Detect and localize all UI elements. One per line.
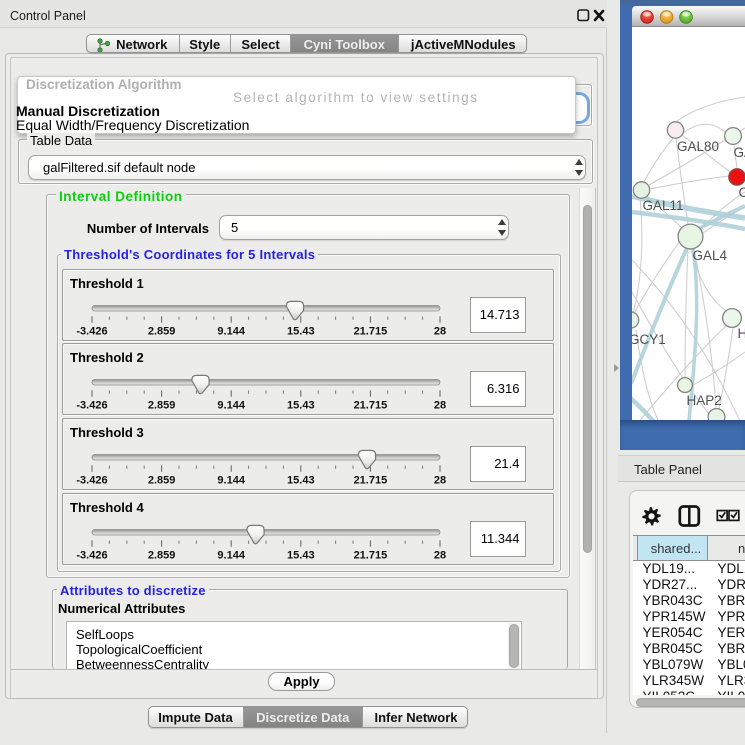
svg-text:15.43: 15.43 [287,549,315,561]
svg-text:2.859: 2.859 [148,399,176,411]
svg-text:15.43: 15.43 [287,474,315,486]
svg-text:-3.426: -3.426 [76,474,107,486]
svg-text:HAP2: HAP2 [687,393,722,408]
svg-text:2.859: 2.859 [148,549,176,561]
svg-text:21.715: 21.715 [354,474,388,486]
svg-text:28: 28 [434,325,446,337]
svg-text:9.144: 9.144 [217,549,245,561]
svg-text:2.859: 2.859 [148,474,176,486]
svg-text:-3.426: -3.426 [76,549,107,561]
svg-text:28: 28 [434,474,446,486]
svg-text:C: C [739,185,745,200]
svg-text:21.715: 21.715 [354,399,388,411]
svg-text:28: 28 [434,549,446,561]
svg-text:9.144: 9.144 [217,399,245,411]
svg-text:GCY1: GCY1 [632,332,666,347]
svg-text:15.43: 15.43 [287,325,315,337]
svg-text:-3.426: -3.426 [76,399,107,411]
svg-text:GAL11: GAL11 [643,198,684,213]
svg-text:H: H [738,326,745,341]
svg-text:GAL80: GAL80 [677,139,719,154]
svg-text:GAL4: GAL4 [693,248,728,263]
svg-text:28: 28 [434,399,446,411]
svg-text:21.715: 21.715 [354,549,388,561]
svg-text:15.43: 15.43 [287,399,315,411]
svg-text:9.144: 9.144 [217,474,245,486]
svg-text:2.859: 2.859 [148,325,176,337]
svg-text:GA: GA [734,145,745,160]
svg-text:21.715: 21.715 [354,325,388,337]
svg-text:-3.426: -3.426 [76,325,107,337]
svg-text:9.144: 9.144 [217,325,245,337]
